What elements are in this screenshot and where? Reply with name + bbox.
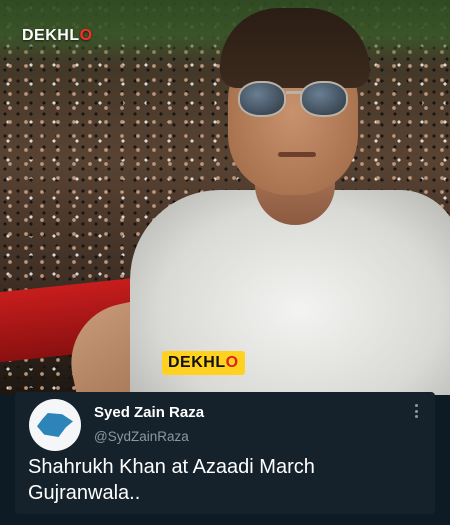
- tweet-line-2: Gujranwala..: [28, 482, 141, 504]
- pakistan-map-icon: [37, 413, 73, 437]
- tweet-line-1: Shahrukh Khan at Azaadi March: [28, 456, 315, 478]
- avatar[interactable]: [29, 399, 81, 451]
- logo-top-o: O: [79, 27, 93, 44]
- dekhlo-logo-center: DEKHLO: [162, 351, 245, 375]
- dekhlo-logo-top: DEKHLO: [22, 27, 93, 45]
- left-lens: [238, 81, 286, 117]
- display-name[interactable]: Syed Zain Raza: [94, 404, 204, 421]
- logo-top-prefix: DEKHL: [22, 27, 80, 44]
- right-lens: [300, 81, 348, 117]
- person-mouth: [278, 152, 316, 157]
- more-vertical-icon[interactable]: [413, 404, 419, 420]
- user-handle[interactable]: @SydZainRaza: [94, 429, 189, 444]
- logo-center-prefix: DEKHL: [168, 354, 226, 371]
- tweet-card[interactable]: Syed Zain Raza @SydZainRaza Shahrukh Kha…: [15, 392, 435, 514]
- logo-center-o: O: [225, 354, 239, 371]
- tweet-text: Shahrukh Khan at Azaadi March Gujranwala…: [28, 454, 423, 506]
- news-photo: DEKHLO DEKHLO: [0, 0, 450, 395]
- sunglasses: [234, 75, 354, 119]
